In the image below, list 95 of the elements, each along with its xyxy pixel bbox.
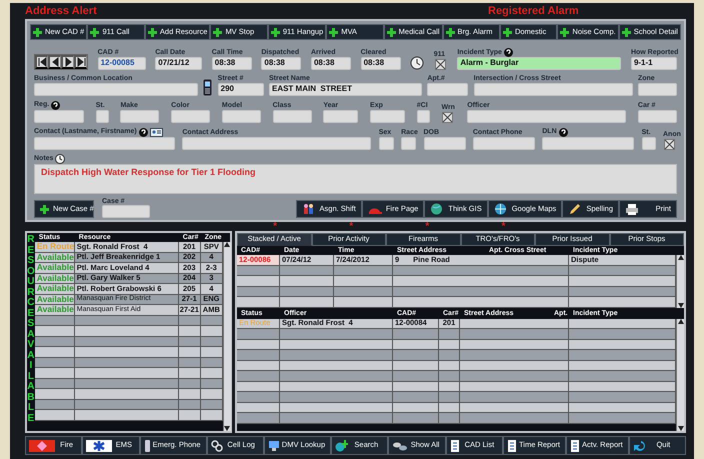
down-arrow-icon	[224, 426, 230, 431]
input-field[interactable]: Alarm - Burglar	[457, 57, 622, 70]
checkbox[interactable]	[434, 59, 446, 70]
document-icon	[450, 440, 460, 452]
input-field[interactable]: 9-1-1	[630, 57, 677, 70]
input-field[interactable]	[467, 110, 626, 123]
input-field[interactable]	[182, 136, 372, 150]
plus-icon	[386, 28, 396, 36]
plus-icon	[33, 28, 42, 36]
globe-plus-icon	[335, 440, 348, 452]
id-card-icon	[150, 128, 163, 137]
down-arrow-icon	[678, 426, 684, 431]
plus-icon	[40, 204, 49, 214]
plus-icon	[270, 28, 280, 36]
up-arrow-icon	[678, 255, 684, 260]
input-field[interactable]	[370, 110, 406, 123]
required-marker: *	[425, 221, 430, 232]
notes-field[interactable]: Dispatch High Water Response for Tier 1 Flooding	[34, 164, 677, 194]
plus-icon	[446, 28, 455, 36]
table-cell: Available	[34, 263, 75, 272]
required-marker: *	[273, 221, 278, 232]
input-field[interactable]: 08:38	[360, 57, 401, 70]
arrow-icon	[75, 56, 87, 68]
table-cell: Available	[34, 305, 75, 314]
input-field[interactable]	[474, 82, 633, 96]
input-field[interactable]: EAST MAIN STREET	[268, 82, 422, 96]
input-field[interactable]: 08:38	[310, 57, 351, 70]
input-field[interactable]	[472, 136, 535, 150]
checkbox[interactable]	[664, 138, 675, 150]
plus-icon	[90, 28, 100, 36]
input-field[interactable]	[171, 110, 210, 123]
input-field[interactable]	[222, 110, 261, 123]
input-field[interactable]: 12-00085	[98, 57, 146, 70]
document-icon	[507, 440, 517, 452]
input-field[interactable]: 290	[218, 82, 264, 96]
table-cell: Available	[34, 252, 75, 262]
nav-button[interactable]	[74, 55, 87, 69]
input-field[interactable]	[638, 82, 677, 96]
down-arrow-icon	[678, 302, 684, 308]
input-field[interactable]: 07/21/12	[155, 57, 202, 70]
printer-icon	[625, 203, 639, 216]
input-field[interactable]: 08:38	[261, 57, 302, 70]
table-cell: En Route	[34, 242, 75, 252]
clock-icon	[410, 56, 424, 70]
globe-icon	[494, 203, 508, 216]
plus-icon	[622, 28, 631, 36]
required-marker: *	[349, 221, 354, 232]
input-field[interactable]	[424, 136, 466, 150]
input-field[interactable]	[542, 136, 634, 150]
up-arrow-icon	[224, 242, 230, 247]
people-icon	[302, 203, 316, 216]
rings-icon	[210, 440, 223, 452]
checkbox[interactable]	[442, 112, 454, 123]
emblem-icon	[29, 440, 55, 452]
input-field[interactable]: 08:38	[212, 57, 252, 70]
alert-title: Address Alert	[25, 4, 98, 18]
nav-button[interactable]	[61, 55, 74, 69]
scrollbar[interactable]	[676, 255, 684, 308]
document-icon	[570, 440, 580, 452]
input-field[interactable]	[120, 110, 160, 123]
monitor-icon	[268, 440, 280, 452]
plus-icon	[560, 28, 570, 36]
clock-icon	[55, 154, 66, 164]
nav-button[interactable]	[48, 55, 61, 69]
input-field[interactable]	[102, 205, 150, 218]
required-marker: *	[502, 221, 506, 232]
alert-title: Registered Alarm	[488, 4, 579, 18]
side-label: RESOURCES AVAILABLE	[27, 233, 35, 426]
up-arrow-icon	[678, 318, 684, 324]
input-field[interactable]	[96, 110, 109, 123]
input-field[interactable]	[642, 136, 656, 150]
arrow-icon	[36, 56, 48, 68]
input-field[interactable]	[34, 110, 84, 123]
plus-icon	[148, 28, 157, 36]
table-cell: Available	[34, 284, 75, 294]
input-field[interactable]	[427, 82, 468, 96]
input-field[interactable]	[323, 110, 358, 123]
input-field[interactable]	[34, 136, 175, 150]
star-of-life-icon	[86, 440, 112, 452]
input-field[interactable]	[272, 110, 312, 123]
input-field[interactable]	[416, 110, 430, 123]
input-field[interactable]	[378, 136, 394, 150]
plus-icon	[213, 28, 222, 36]
pencil-icon	[568, 203, 582, 216]
plus-icon	[502, 28, 512, 36]
input-field[interactable]	[34, 82, 198, 96]
table-cell: Available	[34, 294, 75, 304]
nav-button[interactable]	[35, 55, 48, 69]
input-field[interactable]	[401, 136, 416, 150]
arrow-icon	[632, 440, 645, 452]
scrollbar[interactable]	[676, 318, 684, 431]
input-field[interactable]	[638, 110, 677, 123]
globe-icon	[430, 203, 444, 216]
table-cell: Available	[34, 274, 75, 283]
plus-icon	[329, 28, 338, 36]
